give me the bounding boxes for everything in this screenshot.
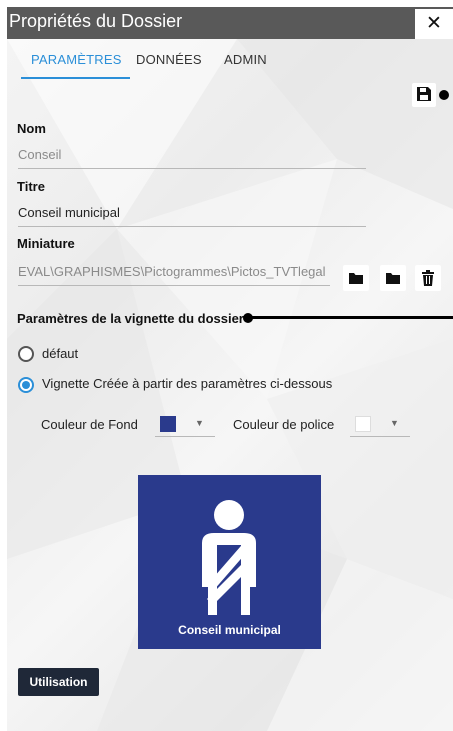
radio-custom-vignette-label: Vignette Créée à partir des paramètres c… (42, 376, 333, 391)
browse-folder-button[interactable] (343, 265, 369, 291)
title-bar: Propriétés du Dossier ✕ (7, 7, 453, 39)
font-color-swatch (355, 416, 371, 432)
folder-icon (349, 273, 363, 284)
chevron-down-icon: ▼ (195, 418, 204, 428)
dialog-body: PARAMÈTRES DONNÉES ADMIN Nom Conseil Tit… (7, 39, 453, 731)
folder-properties-dialog: Propriétés du Dossier ✕ PARAMÈTRES DONNÉ… (0, 0, 453, 731)
annotation-line (247, 316, 453, 319)
close-button[interactable]: ✕ (415, 9, 453, 39)
radio-default[interactable] (18, 346, 34, 362)
font-color-picker[interactable]: ▼ (350, 413, 410, 437)
nom-label: Nom (17, 121, 46, 136)
vignette-preview: Conseil municipal (138, 475, 321, 649)
vignette-caption: Conseil municipal (178, 623, 281, 637)
open-folder-button[interactable] (380, 265, 406, 291)
background-color-picker[interactable]: ▼ (155, 413, 215, 437)
background-color-label: Couleur de Fond (41, 417, 138, 432)
miniature-field[interactable]: EVAL\GRAPHISMES\Pictogrammes\Pictos_TVTl… (18, 260, 330, 286)
font-color-label: Couleur de police (233, 417, 335, 432)
radio-custom-vignette[interactable] (18, 377, 34, 393)
tab-parametres[interactable]: PARAMÈTRES (31, 52, 122, 67)
active-tab-indicator (21, 77, 130, 79)
floppy-disk-icon (417, 87, 431, 101)
delete-thumbnail-button[interactable] (415, 265, 441, 291)
usage-button[interactable]: Utilisation (18, 668, 99, 696)
chevron-down-icon: ▼ (390, 418, 399, 428)
vignette-section-title: Paramètres de la vignette du dossier (17, 311, 244, 326)
tab-donnees[interactable]: DONNÉES (136, 52, 202, 67)
titre-label: Titre (17, 179, 45, 194)
nom-field[interactable]: Conseil (18, 143, 366, 169)
radio-default-label: défaut (42, 346, 79, 361)
annotation-dot (439, 90, 449, 100)
save-button[interactable] (412, 83, 436, 107)
trash-icon (422, 270, 434, 286)
window-title: Propriétés du Dossier (9, 11, 183, 31)
folder-icon (386, 273, 400, 284)
miniature-label: Miniature (17, 236, 75, 251)
background-color-swatch (160, 416, 176, 432)
mayor-sash-icon (202, 500, 256, 615)
tab-admin[interactable]: ADMIN (224, 52, 267, 67)
titre-field[interactable]: Conseil municipal (18, 201, 366, 227)
